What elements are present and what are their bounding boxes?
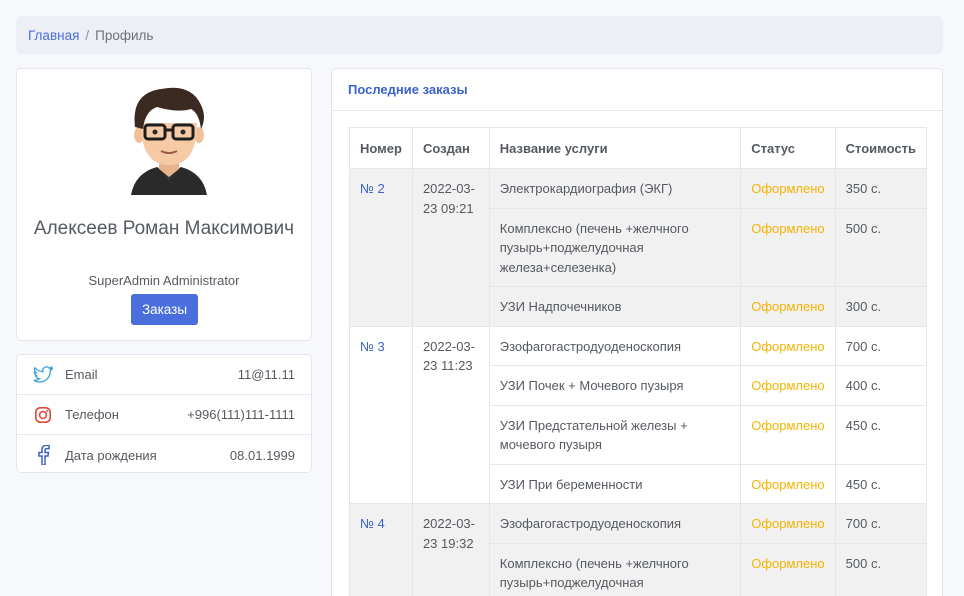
service-name: Комплексно (печень +желчного пузырь+подж…	[488, 207, 742, 287]
table-row: № 4 2022-03-23 19:32 Эзофагогастродуоден…	[349, 503, 928, 596]
profile-name: Алексеев Роман Максимович	[33, 218, 295, 239]
contact-label-phone: Телефон	[65, 407, 119, 422]
service-price: 700 с.	[834, 325, 928, 366]
column-header-price: Стоимость	[834, 127, 928, 169]
service-name: Эзофагогастродуоденоскопия	[488, 503, 742, 544]
table-row: № 2 2022-03-23 09:21 Электрокардиография…	[349, 168, 928, 327]
profile-card: Алексеев Роман Максимович SuperAdmin Adm…	[16, 68, 312, 341]
service-price: 500 с.	[834, 542, 928, 596]
facebook-icon	[33, 445, 53, 465]
order-number-cell: № 4	[349, 503, 413, 596]
contact-label-email: Email	[65, 367, 98, 382]
order-number-link[interactable]: № 3	[360, 339, 385, 354]
instagram-icon	[33, 405, 53, 425]
service-price: 500 с.	[834, 207, 928, 287]
service-price: 350 с.	[834, 168, 928, 209]
service-name: УЗИ Почек + Мочевого пузыря	[488, 365, 742, 406]
contact-label-birthdate: Дата рождения	[65, 447, 157, 463]
breadcrumb: Главная / Профиль	[16, 16, 943, 54]
service-name: Комплексно (печень +желчного пузырь+подж…	[488, 542, 742, 596]
service-name: УЗИ При беременности	[488, 463, 742, 504]
recent-orders-title: Последние заказы	[332, 69, 942, 111]
contact-value-birthdate: 08.01.1999	[229, 447, 295, 463]
column-header-service: Название услуги	[488, 127, 742, 169]
status-badge: Оформлено	[740, 365, 836, 406]
recent-orders-card: Последние заказы Номер Создан Название у…	[331, 68, 943, 596]
order-number-cell: № 2	[349, 168, 413, 327]
service-price: 700 с.	[834, 503, 928, 544]
contact-value-phone: +996(111)111-1111	[187, 407, 295, 422]
avatar	[131, 87, 207, 195]
status-badge: Оформлено	[740, 404, 836, 465]
table-row: № 3 2022-03-23 11:23 Эзофагогастродуоден…	[349, 325, 928, 504]
status-badge: Оформлено	[740, 207, 836, 287]
contact-row-email: Email 11@11.11	[17, 355, 311, 395]
order-number-cell: № 3	[349, 325, 413, 504]
orders-table-header: Номер Создан Название услуги Статус Стои…	[349, 127, 928, 169]
order-number-link[interactable]: № 2	[360, 181, 385, 196]
status-badge: Оформлено	[740, 542, 836, 596]
column-header-number: Номер	[349, 127, 413, 169]
column-header-created: Создан	[411, 127, 490, 169]
status-badge: Оформлено	[740, 463, 836, 504]
order-created-cell: 2022-03-23 09:21	[411, 168, 490, 327]
order-number-link[interactable]: № 4	[360, 516, 385, 531]
status-badge: Оформлено	[740, 168, 836, 209]
service-name: УЗИ Предстательной железы + мочевого пуз…	[488, 404, 742, 465]
status-badge: Оформлено	[740, 325, 836, 366]
contact-value-email: 11@11.11	[237, 367, 295, 382]
twitter-icon	[33, 365, 53, 385]
service-price: 300 с.	[834, 286, 928, 327]
status-badge: Оформлено	[740, 286, 836, 327]
status-badge: Оформлено	[740, 503, 836, 544]
contact-row-phone: Телефон +996(111)111-1111	[17, 395, 311, 435]
orders-button[interactable]: Заказы	[131, 294, 198, 325]
service-price: 450 с.	[834, 463, 928, 504]
order-created-cell: 2022-03-23 19:32	[411, 503, 490, 596]
service-price: 450 с.	[834, 404, 928, 465]
service-name: Электрокардиография (ЭКГ)	[488, 168, 742, 209]
profile-role: SuperAdmin Administrator	[88, 273, 240, 288]
breadcrumb-current: Профиль	[95, 27, 154, 43]
breadcrumb-separator: /	[85, 27, 90, 43]
column-header-status: Статус	[740, 127, 836, 169]
service-price: 400 с.	[834, 365, 928, 406]
contact-row-birthdate: Дата рождения 08.01.1999	[17, 435, 311, 475]
service-name: Эзофагогастродуоденоскопия	[488, 325, 742, 366]
order-created-cell: 2022-03-23 11:23	[411, 325, 490, 504]
contacts-card: Email 11@11.11 Телефон +996(111)111-1111…	[16, 354, 312, 473]
orders-table: Номер Создан Название услуги Статус Стои…	[349, 127, 928, 596]
breadcrumb-home-link[interactable]: Главная	[28, 28, 79, 43]
service-name: УЗИ Надпочечников	[488, 286, 742, 327]
